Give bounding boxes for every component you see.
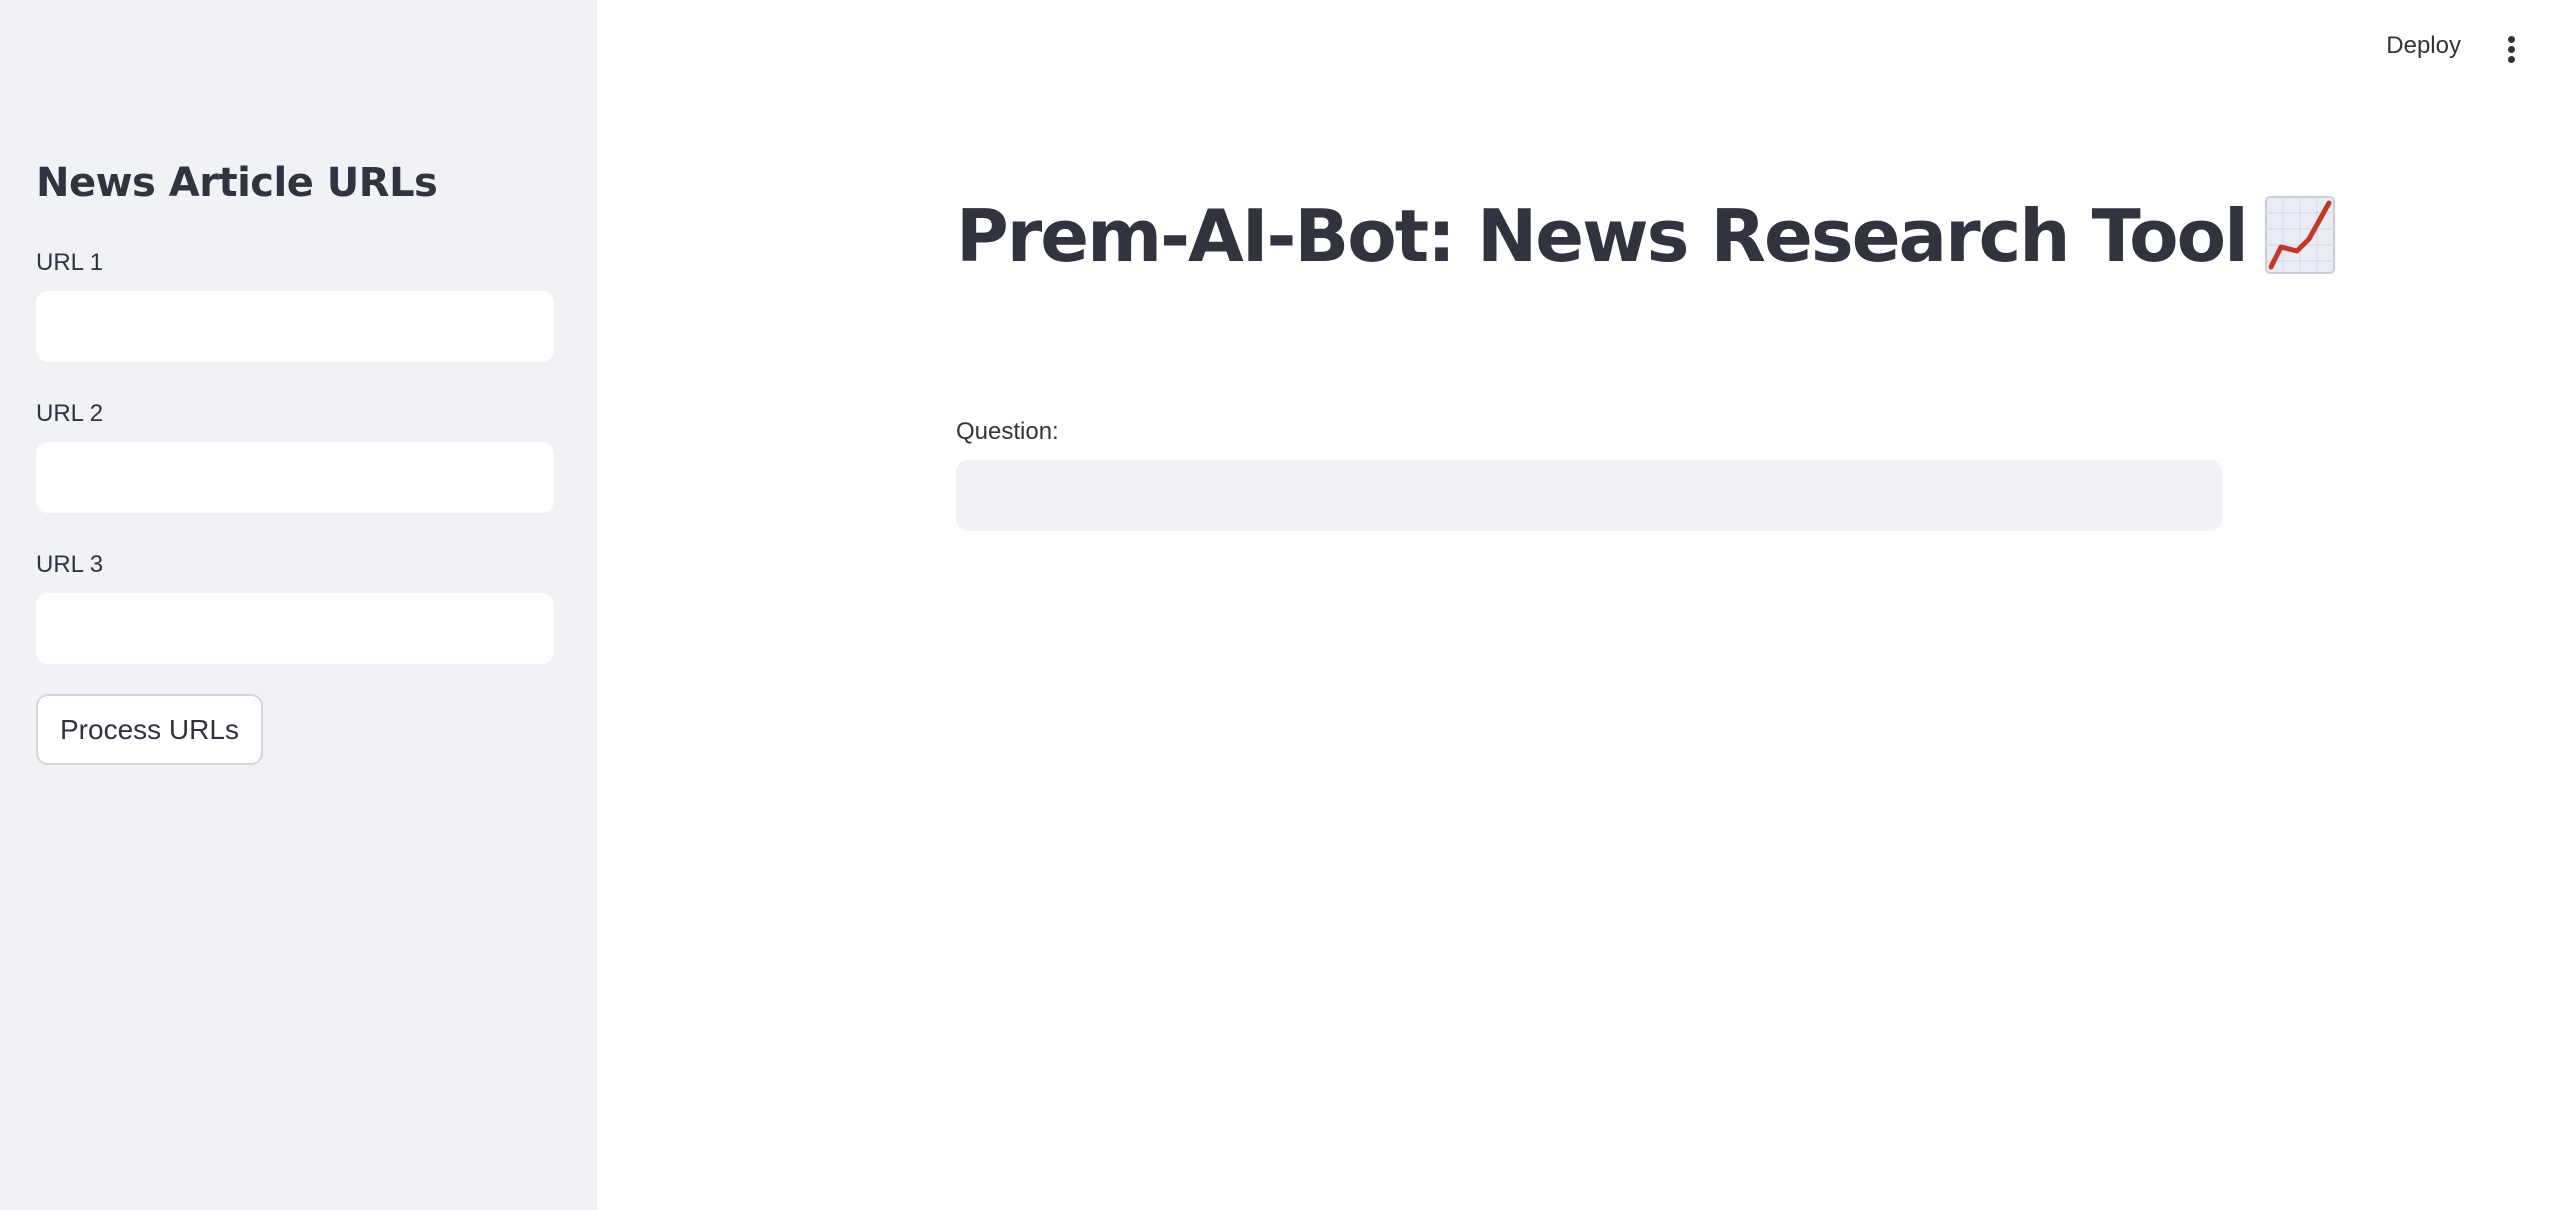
chart-increasing-icon xyxy=(2264,196,2335,275)
vertical-dots-icon[interactable] xyxy=(2498,34,2526,66)
url-3-label: URL 3 xyxy=(36,551,104,578)
process-urls-button[interactable]: Process URLs xyxy=(36,694,263,765)
sidebar: News Article URLs URL 1 URL 2 URL 3 Proc… xyxy=(0,0,597,1210)
page-title: Prem-AI-Bot: News Research Tool xyxy=(956,194,2335,281)
url-2-input[interactable] xyxy=(36,442,554,513)
url-1-label: URL 1 xyxy=(36,249,104,276)
url-2-label: URL 2 xyxy=(36,400,104,427)
deploy-button[interactable]: Deploy xyxy=(2386,32,2461,60)
question-input[interactable] xyxy=(956,460,2222,531)
question-label: Question: xyxy=(956,418,1059,445)
page-title-text: Prem-AI-Bot: News Research Tool xyxy=(956,194,2249,278)
sidebar-title: News Article URLs xyxy=(36,160,438,206)
url-3-input[interactable] xyxy=(36,593,554,664)
url-1-input[interactable] xyxy=(36,291,554,362)
